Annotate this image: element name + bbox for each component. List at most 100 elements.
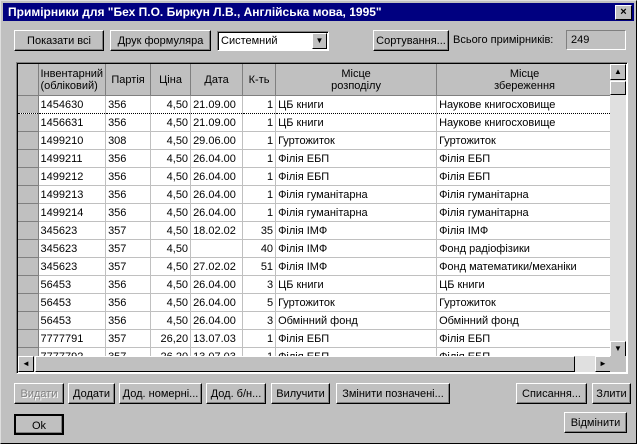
cell-inventory[interactable]: 345623 — [38, 239, 107, 258]
row-indicator[interactable] — [18, 221, 39, 240]
row-indicator[interactable] — [18, 95, 39, 114]
cell-batch[interactable]: 356 — [105, 185, 152, 204]
cell-batch[interactable]: 356 — [105, 113, 152, 132]
cell-inventory[interactable]: 7777791 — [38, 329, 107, 348]
cell-storage[interactable]: Гуртожиток — [436, 293, 614, 312]
table-row[interactable]: 345623 357 4,50 18.02.02 35 Філія ІМФ Філія ІМ… — [18, 221, 614, 240]
cell-count[interactable]: 3 — [242, 311, 277, 330]
cell-storage[interactable]: ЦБ книги — [436, 275, 614, 294]
cell-date[interactable]: 21.09.00 — [190, 113, 244, 132]
cell-distribution[interactable]: Гуртожиток — [275, 131, 438, 150]
table-row[interactable]: 1499211 356 4,50 26.04.00 1 Філія ЕБП Філія ЕБ… — [18, 149, 614, 168]
cell-count[interactable]: 51 — [242, 257, 277, 276]
column-header-batch[interactable]: Партія — [105, 64, 152, 96]
row-indicator[interactable] — [18, 203, 39, 222]
cell-price[interactable]: 4,50 — [150, 275, 192, 294]
cell-date[interactable]: 21.09.00 — [190, 95, 244, 114]
cell-price[interactable]: 4,50 — [150, 311, 192, 330]
row-indicator[interactable] — [18, 167, 39, 186]
view-select[interactable]: Системний ▼ — [217, 31, 329, 51]
write-off-button[interactable]: Списання... — [516, 383, 587, 404]
scroll-right-icon[interactable]: ► — [595, 356, 611, 372]
cell-price[interactable]: 4,50 — [150, 95, 192, 114]
cell-price[interactable]: 4,50 — [150, 149, 192, 168]
cell-date[interactable]: 13.07.03 — [190, 329, 244, 348]
cell-price[interactable]: 4,50 — [150, 131, 192, 150]
cell-distribution[interactable]: Обмінний фонд — [275, 311, 438, 330]
cell-storage[interactable]: Наукове книгосховище — [436, 113, 614, 132]
cell-date[interactable]: 26.04.00 — [190, 167, 244, 186]
add-button[interactable]: Додати — [68, 383, 115, 404]
cell-price[interactable]: 4,50 — [150, 167, 192, 186]
cell-count[interactable]: 3 — [242, 275, 277, 294]
table-row[interactable]: 56453 356 4,50 26.04.00 3 Обмінний фонд Обмінн… — [18, 311, 614, 330]
cell-count[interactable]: 1 — [242, 167, 277, 186]
cell-date[interactable]: 18.02.02 — [190, 221, 244, 240]
ok-button[interactable]: Ok — [14, 414, 64, 435]
cell-price[interactable]: 4,50 — [150, 221, 192, 240]
cell-inventory[interactable]: 1456631 — [38, 113, 107, 132]
scroll-left-icon[interactable]: ◄ — [18, 356, 34, 372]
cell-distribution[interactable]: Філія ЕБП — [275, 329, 438, 348]
cell-price[interactable]: 4,50 — [150, 185, 192, 204]
cell-inventory[interactable]: 345623 — [38, 257, 107, 276]
cell-storage[interactable]: Фонд математики/механіки — [436, 257, 614, 276]
horizontal-scrollbar[interactable]: ◄ ► — [18, 356, 611, 372]
cell-inventory[interactable]: 56453 — [38, 311, 107, 330]
column-header-count[interactable]: К-ть — [242, 64, 277, 96]
row-indicator[interactable] — [18, 275, 39, 294]
cell-inventory[interactable]: 1499212 — [38, 167, 107, 186]
column-header-date[interactable]: Дата — [190, 64, 244, 96]
cell-distribution[interactable]: Гуртожиток — [275, 293, 438, 312]
close-button[interactable]: × — [615, 5, 632, 20]
cell-storage[interactable]: Філія гуманітарна — [436, 185, 614, 204]
cell-distribution[interactable]: Філія гуманітарна — [275, 185, 438, 204]
cell-date[interactable] — [190, 239, 244, 258]
table-row[interactable]: 1499212 356 4,50 26.04.00 1 Філія ЕБП Філія ЕБ… — [18, 167, 614, 186]
cell-price[interactable]: 4,50 — [150, 293, 192, 312]
cell-date[interactable]: 26.04.00 — [190, 185, 244, 204]
cell-batch[interactable]: 356 — [105, 275, 152, 294]
cell-storage[interactable]: Філія ЕБП — [436, 149, 614, 168]
cell-distribution[interactable]: ЦБ книги — [275, 275, 438, 294]
add-numbered-button[interactable]: Дод. номерні... — [119, 383, 202, 404]
show-all-button[interactable]: Показати всі — [14, 30, 104, 51]
cell-storage[interactable]: Наукове книгосховище — [436, 95, 614, 114]
cell-price[interactable]: 4,50 — [150, 257, 192, 276]
cell-date[interactable]: 26.04.00 — [190, 293, 244, 312]
row-indicator[interactable] — [18, 239, 39, 258]
table-row[interactable]: 345623 357 4,50 27.02.02 51 Філія ІМФ Фонд мат… — [18, 257, 614, 276]
cell-batch[interactable]: 356 — [105, 203, 152, 222]
copies-grid[interactable]: Інвентарний (обліковий) Партія Ціна Дата… — [16, 62, 628, 374]
cell-storage[interactable]: Гуртожиток — [436, 131, 614, 150]
row-indicator[interactable] — [18, 329, 39, 348]
cell-batch[interactable]: 356 — [105, 293, 152, 312]
cell-price[interactable]: 4,50 — [150, 239, 192, 258]
row-indicator[interactable] — [18, 185, 39, 204]
cell-price[interactable]: 4,50 — [150, 113, 192, 132]
cell-inventory[interactable]: 56453 — [38, 293, 107, 312]
cell-inventory[interactable]: 56453 — [38, 275, 107, 294]
cell-batch[interactable]: 356 — [105, 149, 152, 168]
table-row[interactable]: 7777791 357 26,20 13.07.03 1 Філія ЕБП Філія Е… — [18, 329, 614, 348]
cell-batch[interactable]: 357 — [105, 329, 152, 348]
row-indicator[interactable] — [18, 113, 39, 132]
cell-count[interactable]: 35 — [242, 221, 277, 240]
cell-storage[interactable]: Філія ЕБП — [436, 167, 614, 186]
table-row[interactable]: 1499214 356 4,50 26.04.00 1 Філія гуманітарна… — [18, 203, 614, 222]
table-row[interactable]: 56453 356 4,50 26.04.00 5 Гуртожиток Гуртожито… — [18, 293, 614, 312]
cell-storage[interactable]: Філія гуманітарна — [436, 203, 614, 222]
row-indicator[interactable] — [18, 149, 39, 168]
table-row[interactable]: 1456631 356 4,50 21.09.00 1 ЦБ книги Наукове к… — [18, 113, 614, 132]
cell-batch[interactable]: 356 — [105, 311, 152, 330]
cell-date[interactable]: 26.04.00 — [190, 203, 244, 222]
cell-distribution[interactable]: Філія ІМФ — [275, 239, 438, 258]
cell-inventory[interactable]: 345623 — [38, 221, 107, 240]
scroll-down-icon[interactable]: ▼ — [610, 341, 626, 357]
column-header-inventory[interactable]: Інвентарний (обліковий) — [38, 64, 107, 96]
cell-price[interactable]: 4,50 — [150, 203, 192, 222]
row-indicator[interactable] — [18, 311, 39, 330]
cell-distribution[interactable]: Філія ЕБП — [275, 149, 438, 168]
cell-batch[interactable]: 357 — [105, 221, 152, 240]
merge-button[interactable]: Злити — [592, 383, 631, 404]
